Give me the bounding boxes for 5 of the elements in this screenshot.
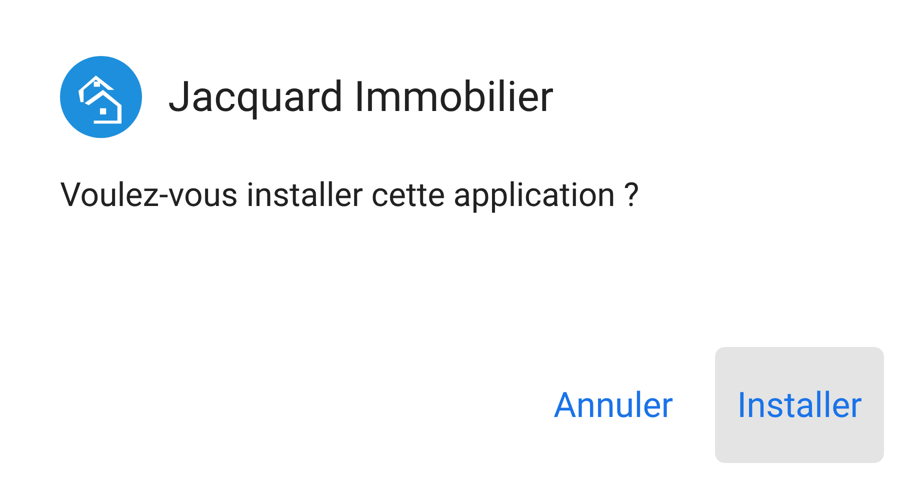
- dialog-button[interactable]: Installer: [715, 347, 884, 463]
- app-name: Jacquard Immobilier: [168, 72, 554, 122]
- dialog-button[interactable]: Annuler: [531, 347, 696, 463]
- install-prompt: Voulez-vous installer cette application ?: [60, 176, 640, 215]
- house-icon: [60, 56, 142, 138]
